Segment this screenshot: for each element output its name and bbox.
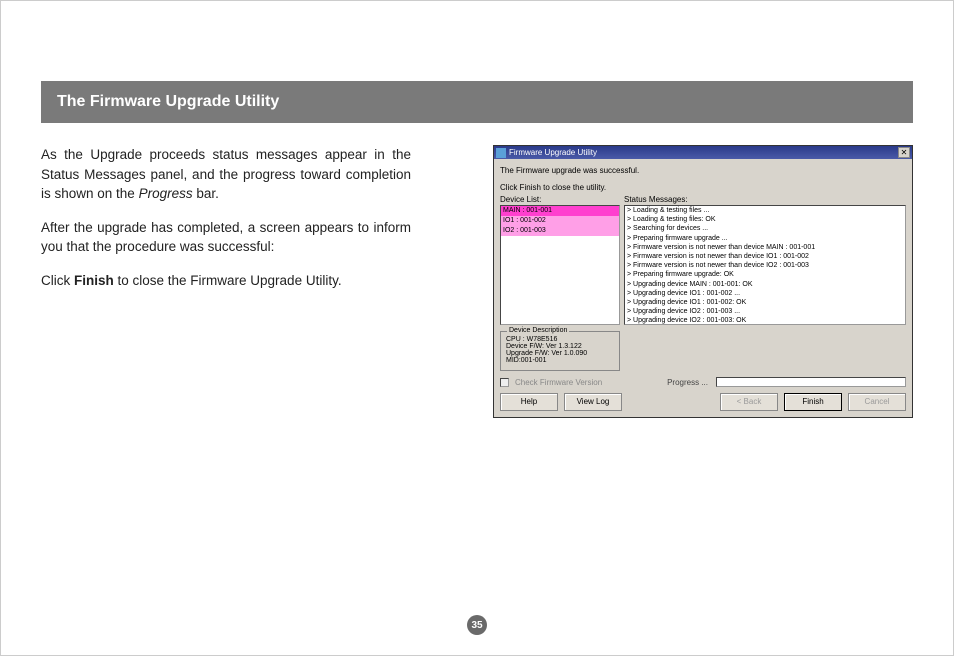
status-line: > Firmware version is not newer than dev…	[625, 252, 905, 261]
dialog-titlebar[interactable]: Firmware Upgrade Utility ✕	[494, 146, 912, 159]
body-row: As the Upgrade proceeds status messages …	[41, 145, 913, 418]
device-description-legend: Device Description	[507, 327, 569, 334]
status-line: > Upgrading device MAIN : 001-001: OK	[625, 280, 905, 289]
p1-text-a: As the Upgrade proceeds status messages …	[41, 147, 411, 201]
devdesc-line: Device F/W: Ver 1.3.122	[506, 343, 614, 350]
device-list-panel: Device List: MAIN : 001-001 IO1 : 001-00…	[500, 195, 620, 371]
paragraph-2: After the upgrade has completed, a scree…	[41, 218, 411, 257]
p3-finish-word: Finish	[74, 273, 114, 288]
list-item[interactable]: IO2 : 001-003	[501, 226, 619, 236]
status-line: > Upgrading device IO2 : 001-003 ...	[625, 307, 905, 316]
progress-bar	[716, 377, 906, 387]
page-content: The Firmware Upgrade Utility As the Upgr…	[41, 81, 913, 615]
cancel-button[interactable]: Cancel	[848, 393, 906, 411]
p1-progress-word: Progress	[139, 186, 193, 201]
status-messages-label: Status Messages:	[624, 195, 906, 204]
button-row: Help View Log < Back Finish Cancel	[500, 393, 906, 411]
finish-button[interactable]: Finish	[784, 393, 842, 411]
dialog-body: The Firmware upgrade was successful. Cli…	[494, 159, 912, 417]
hint-text: Click Finish to close the utility.	[500, 183, 906, 192]
dialog-title: Firmware Upgrade Utility	[509, 148, 597, 157]
section-header: The Firmware Upgrade Utility	[41, 81, 913, 123]
paragraph-1: As the Upgrade proceeds status messages …	[41, 145, 411, 204]
check-firmware-checkbox[interactable]	[500, 378, 509, 387]
firmware-dialog: Firmware Upgrade Utility ✕ The Firmware …	[493, 145, 913, 418]
view-log-button[interactable]: View Log	[564, 393, 622, 411]
p3-text-b: to close the Firmware Upgrade Utility.	[114, 273, 342, 288]
p1-text-b: bar.	[193, 186, 219, 201]
panels: Device List: MAIN : 001-001 IO1 : 001-00…	[500, 195, 906, 371]
dialog-title-wrap: Firmware Upgrade Utility	[496, 148, 597, 158]
status-line: > Loading & testing files: OK	[625, 215, 905, 224]
status-line: > Loading & testing files ...	[625, 206, 905, 215]
device-list[interactable]: MAIN : 001-001 IO1 : 001-002 IO2 : 001-0…	[500, 205, 620, 325]
status-line: > Upgrading device IO1 : 001-002: OK	[625, 298, 905, 307]
text-column: As the Upgrade proceeds status messages …	[41, 145, 411, 418]
figure-column: Firmware Upgrade Utility ✕ The Firmware …	[435, 145, 913, 418]
devdesc-line: CPU : W78E516	[506, 336, 614, 343]
status-line: > Upgrading device IO1 : 001-002 ...	[625, 289, 905, 298]
status-line: > Upgrading device IO2 : 001-003: OK	[625, 316, 905, 325]
status-line: > Searching for devices ...	[625, 224, 905, 233]
section-title: The Firmware Upgrade Utility	[57, 93, 279, 110]
status-messages-list[interactable]: > Loading & testing files ... > Loading …	[624, 205, 906, 325]
close-button[interactable]: ✕	[898, 147, 910, 158]
progress-row: Check Firmware Version Progress ...	[500, 377, 906, 387]
page-number-container: 35	[1, 615, 953, 635]
paragraph-3: Click Finish to close the Firmware Upgra…	[41, 271, 411, 291]
devdesc-line: Upgrade F/W: Ver 1.0.090	[506, 350, 614, 357]
list-item[interactable]: IO1 : 001-002	[501, 216, 619, 226]
help-button[interactable]: Help	[500, 393, 558, 411]
status-line: > Preparing firmware upgrade ...	[625, 234, 905, 243]
status-messages-panel: Status Messages: > Loading & testing fil…	[624, 195, 906, 371]
progress-label: Progress ...	[667, 378, 708, 387]
status-line: > Firmware version is not newer than dev…	[625, 243, 905, 252]
success-message: The Firmware upgrade was successful.	[500, 166, 906, 175]
page-number: 35	[467, 615, 487, 635]
device-list-label: Device List:	[500, 195, 620, 204]
app-icon	[496, 148, 506, 158]
check-firmware-label: Check Firmware Version	[515, 378, 602, 387]
devdesc-line: MID:001-001	[506, 357, 614, 364]
back-button[interactable]: < Back	[720, 393, 778, 411]
status-line: > Firmware version is not newer than dev…	[625, 261, 905, 270]
status-line: > Preparing firmware upgrade: OK	[625, 270, 905, 279]
list-item[interactable]: MAIN : 001-001	[501, 206, 619, 216]
p3-text-a: Click	[41, 273, 74, 288]
device-description-group: Device Description CPU : W78E516 Device …	[500, 331, 620, 371]
